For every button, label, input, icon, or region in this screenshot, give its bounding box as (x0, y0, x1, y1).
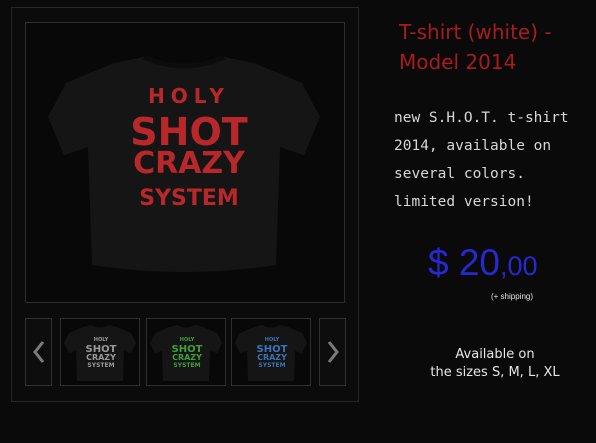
availability-line-1: Available on (455, 347, 535, 362)
shipping-note: (+ shipping) (491, 292, 534, 301)
gallery-thumbnail[interactable]: HOLY SHOT CRAZY SYSTEM (60, 318, 140, 386)
chevron-right-icon (327, 341, 339, 363)
price-currency: $ (428, 242, 449, 283)
product-description: new S.H.O.T. t-shirt 2014, available on … (394, 110, 569, 210)
svg-text:SYSTEM: SYSTEM (87, 362, 114, 369)
chevron-left-icon (32, 341, 44, 363)
size-availability: Available on the sizes S, M, L, XL (410, 346, 580, 382)
product-price: $ 20,00 (428, 242, 538, 284)
svg-text:SYSTEM: SYSTEM (173, 362, 200, 369)
main-product-image[interactable]: HOLY SHOT CRAZY SYSTEM (25, 22, 345, 303)
product-title: T-shirt (white) - Model 2014 (399, 20, 552, 74)
svg-text:SYSTEM: SYSTEM (258, 362, 285, 369)
print-line-crazy: CRAZY (133, 146, 246, 181)
svg-text:CRAZY: CRAZY (172, 353, 202, 362)
price-cents: ,00 (500, 251, 538, 281)
print-line-holy: HOLY (148, 84, 230, 108)
svg-text:HOLY: HOLY (94, 337, 109, 343)
gallery-next-button[interactable] (319, 318, 346, 386)
price-whole: 20 (458, 242, 501, 283)
svg-text:CRAZY: CRAZY (86, 353, 116, 362)
gallery-thumbnail[interactable]: HOLY SHOT CRAZY SYSTEM (231, 318, 311, 386)
svg-text:CRAZY: CRAZY (257, 353, 287, 362)
svg-text:HOLY: HOLY (265, 337, 280, 343)
gallery-thumbnail[interactable]: HOLY SHOT CRAZY SYSTEM (146, 318, 226, 386)
gallery-prev-button[interactable] (25, 318, 52, 386)
svg-text:HOLY: HOLY (180, 337, 195, 343)
availability-line-2: the sizes S, M, L, XL (430, 365, 560, 380)
print-line-system: SYSTEM (139, 186, 239, 211)
